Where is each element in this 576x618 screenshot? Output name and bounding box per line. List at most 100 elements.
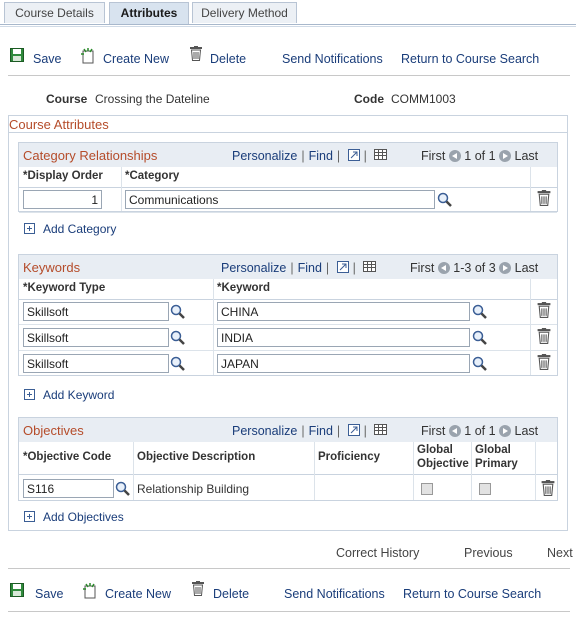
last-label: Last <box>514 261 539 275</box>
keyword-type-input[interactable] <box>23 328 169 347</box>
course-value: Crossing the Dateline <box>95 92 210 106</box>
save-label: Save <box>33 52 62 66</box>
create-new-icon <box>81 48 94 64</box>
view-all-icon[interactable] <box>347 424 360 436</box>
previous-link[interactable]: Previous <box>464 546 513 560</box>
download-grid-icon[interactable] <box>363 261 377 272</box>
delete-row-icon[interactable] <box>537 328 551 344</box>
plus-icon <box>24 389 35 400</box>
next-link[interactable]: Next <box>547 546 573 560</box>
next-arrow-icon[interactable] <box>499 425 512 437</box>
find-link[interactable]: Find <box>309 424 333 438</box>
correct-history-link[interactable]: Correct History <box>336 546 419 560</box>
objectives-grid-title: Objectives <box>23 423 84 438</box>
lookup-icon[interactable] <box>437 192 453 208</box>
toolbar-divider <box>8 75 570 76</box>
personalize-link[interactable]: Personalize <box>221 261 286 275</box>
course-attributes-divider <box>9 132 567 133</box>
keyword-input[interactable] <box>217 328 470 347</box>
download-grid-icon[interactable] <box>374 424 388 435</box>
keyword-input[interactable] <box>217 302 470 321</box>
category-input[interactable] <box>125 190 435 209</box>
delete-label: Delete <box>213 587 250 601</box>
col-global-objective-line2: Objective <box>417 458 469 470</box>
plus-icon <box>24 511 35 522</box>
objectives-column-headers: *Objective Code Objective Description Pr… <box>19 442 557 475</box>
prev-arrow-icon[interactable] <box>448 425 461 437</box>
save-button-bottom[interactable]: Save <box>10 583 70 603</box>
keyword-type-input[interactable] <box>23 354 169 373</box>
category-pager: First 1 of 1 Last <box>421 149 538 163</box>
keywords-grid: Keywords Personalize | Find | | First 1-3 o… <box>18 254 558 376</box>
objective-description: Relationship Building <box>137 482 250 496</box>
send-notifications-label: Send Notifications <box>284 587 385 601</box>
col-objective-code: *Objective Code <box>23 451 112 463</box>
create-new-button-bottom[interactable]: Create New <box>82 583 174 603</box>
find-link[interactable]: Find <box>309 149 333 163</box>
keyword-input[interactable] <box>217 354 470 373</box>
tab-label: Course Details <box>15 6 94 20</box>
next-arrow-icon[interactable] <box>499 150 512 162</box>
keywords-grid-title: Keywords <box>23 260 81 275</box>
save-label: Save <box>35 587 64 601</box>
row-count: 1 of 1 <box>464 149 496 163</box>
col-global-primary-line2: Primary <box>475 458 518 470</box>
find-link[interactable]: Find <box>298 261 322 275</box>
delete-row-icon[interactable] <box>537 354 551 370</box>
prev-arrow-icon[interactable] <box>437 262 450 274</box>
next-arrow-icon[interactable] <box>499 262 512 274</box>
table-row <box>19 187 557 213</box>
course-attributes-title: Course Attributes <box>9 117 109 132</box>
lookup-icon[interactable] <box>170 304 186 320</box>
table-row <box>19 325 557 351</box>
last-label: Last <box>514 149 539 163</box>
lookup-icon[interactable] <box>115 481 131 497</box>
display-order-input[interactable] <box>23 190 102 209</box>
delete-label: Delete <box>210 52 247 66</box>
objective-code-input[interactable] <box>23 479 114 498</box>
add-keyword-link[interactable]: Add Keyword <box>24 388 114 402</box>
course-label: Course <box>46 92 88 106</box>
global-objective-checkbox[interactable] <box>421 483 433 495</box>
keyword-type-input[interactable] <box>23 302 169 321</box>
save-button[interactable]: Save <box>10 48 70 68</box>
lookup-icon[interactable] <box>472 304 488 320</box>
first-label: First <box>421 424 446 438</box>
delete-row-icon[interactable] <box>541 480 555 496</box>
trash-icon <box>190 46 202 61</box>
keywords-grid-header: Keywords Personalize | Find | | First 1-3 o… <box>19 255 557 280</box>
personalize-link[interactable]: Personalize <box>232 424 297 438</box>
col-keyword-type: *Keyword Type <box>23 282 106 294</box>
tab-delivery-method[interactable]: Delivery Method <box>192 2 297 23</box>
category-grid-nav: Personalize | Find | | <box>232 149 388 163</box>
tab-course-details[interactable]: Course Details <box>4 2 105 23</box>
delete-button-bottom[interactable]: Delete <box>192 581 252 603</box>
trash-icon <box>192 581 204 596</box>
create-new-button[interactable]: Create New <box>80 48 172 68</box>
code-value: COMM1003 <box>391 92 456 106</box>
delete-row-icon[interactable] <box>537 190 551 206</box>
view-all-icon[interactable] <box>347 149 360 161</box>
prev-arrow-icon[interactable] <box>448 150 461 162</box>
keywords-grid-nav: Personalize | Find | | <box>221 261 377 275</box>
category-column-headers: *Display Order *Category <box>19 167 557 188</box>
create-new-label: Create New <box>103 52 169 66</box>
download-grid-icon[interactable] <box>374 149 388 160</box>
tab-attributes[interactable]: Attributes <box>109 2 189 25</box>
global-primary-checkbox[interactable] <box>479 483 491 495</box>
lookup-icon[interactable] <box>472 330 488 346</box>
add-objectives-link[interactable]: Add Objectives <box>24 510 124 524</box>
add-objectives-label: Add Objectives <box>43 510 124 524</box>
delete-row-icon[interactable] <box>537 302 551 318</box>
delete-button[interactable]: Delete <box>190 46 250 68</box>
lookup-icon[interactable] <box>472 356 488 372</box>
add-category-link[interactable]: Add Category <box>24 222 116 236</box>
table-row <box>19 299 557 325</box>
lookup-icon[interactable] <box>170 356 186 372</box>
send-notifications-label: Send Notifications <box>282 52 383 66</box>
col-global-objective-line1: Global <box>417 444 453 456</box>
lookup-icon[interactable] <box>170 330 186 346</box>
personalize-link[interactable]: Personalize <box>232 149 297 163</box>
view-all-icon[interactable] <box>336 261 349 273</box>
tab-divider <box>0 24 576 25</box>
